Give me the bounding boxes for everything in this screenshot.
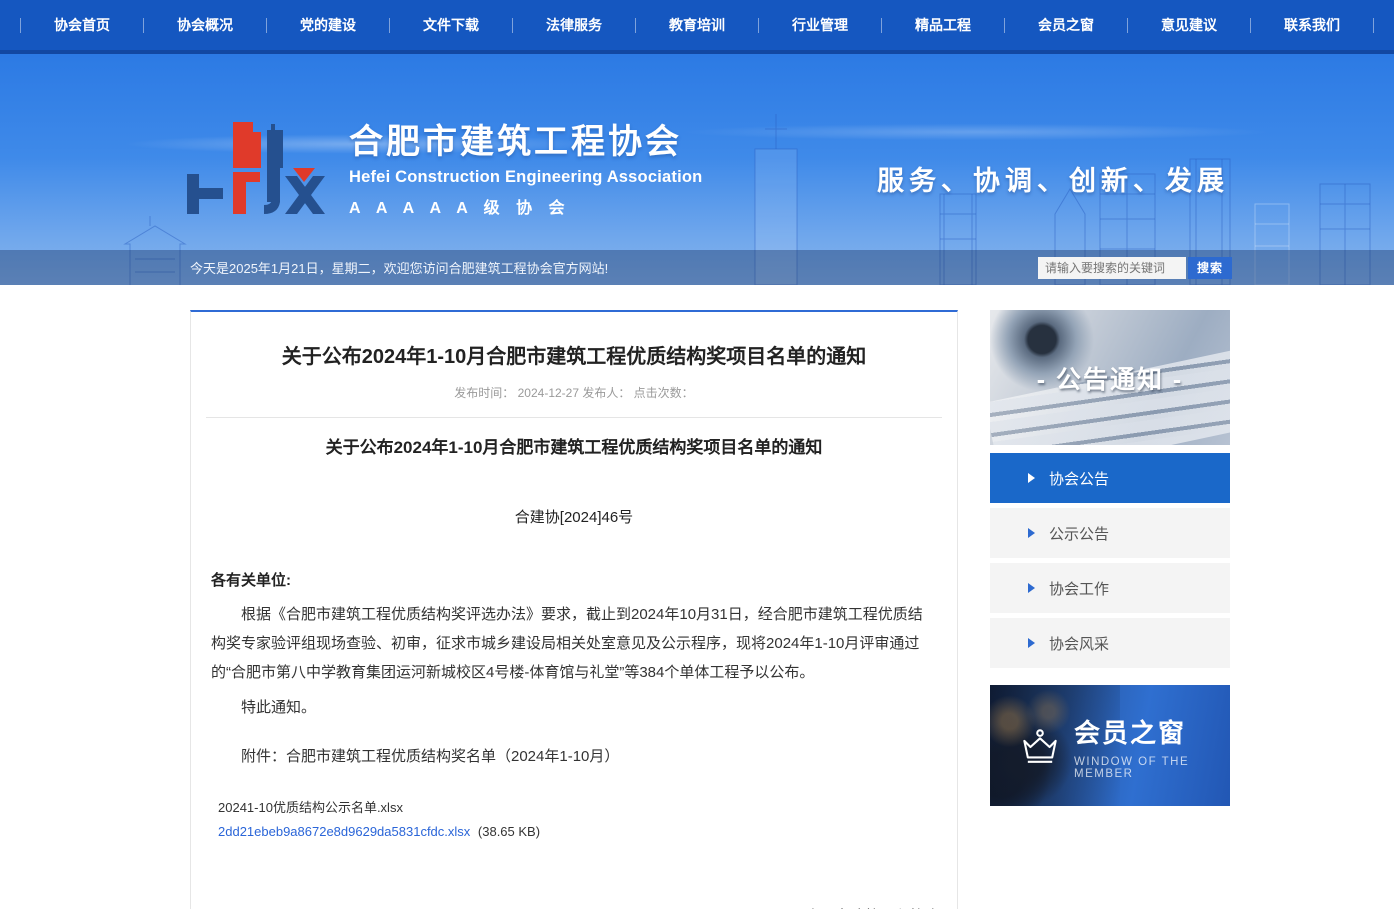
signature-org: 合肥市建筑工程协会 bbox=[206, 905, 942, 909]
member-banner-subtitle: WINDOW OF THE MEMBER bbox=[1074, 756, 1230, 780]
nav-item-party-building[interactable]: 党的建设 bbox=[267, 0, 389, 50]
article-salutation: 各有关单位: bbox=[206, 569, 942, 590]
nav-item-downloads[interactable]: 文件下载 bbox=[390, 0, 512, 50]
article-meta: 发布时间： 2024-12-27 发布人： 点击次数： bbox=[206, 384, 942, 401]
announcement-banner-title: - 公告通知 - bbox=[990, 360, 1230, 396]
nav-separator bbox=[1373, 18, 1374, 33]
attachment-link-line: 2dd21ebeb9a8672e8d9629da5831cfdc.xlsx (3… bbox=[206, 824, 942, 839]
sidebar-menu: 协会公告 公示公告 协会工作 协会风采 bbox=[990, 453, 1230, 668]
article-divider bbox=[206, 417, 942, 418]
site-title: 合肥市建筑工程协会 bbox=[349, 114, 702, 163]
sidebar: - 公告通知 - 协会公告 公示公告 协会工作 协会风采 bbox=[990, 310, 1230, 806]
attachment-download-link[interactable]: 2dd21ebeb9a8672e8d9629da5831cfdc.xlsx bbox=[218, 824, 470, 839]
sidebar-item-association-work[interactable]: 协会工作 bbox=[990, 563, 1230, 613]
article-inner-title: 关于公布2024年1-10月合肥市建筑工程优质结构奖项目名单的通知 bbox=[206, 436, 942, 460]
info-strip: 今天是2025年1月21日，星期二，欢迎您访问合肥建筑工程协会官方网站! 搜索 bbox=[0, 250, 1394, 285]
member-banner-content: 会员之窗 WINDOW OF THE MEMBER bbox=[1020, 713, 1230, 780]
member-banner-title: 会员之窗 bbox=[1074, 713, 1230, 750]
nav-item-feedback[interactable]: 意见建议 bbox=[1128, 0, 1250, 50]
association-grade: A A A A A 级 协 会 bbox=[349, 194, 702, 218]
site-title-english: Hefei Construction Engineering Associati… bbox=[349, 168, 702, 187]
nav-item-contact[interactable]: 联系我们 bbox=[1251, 0, 1373, 50]
search-button[interactable]: 搜索 bbox=[1188, 257, 1232, 279]
article-notice-line: 特此通知。 bbox=[206, 693, 942, 722]
nav-item-members[interactable]: 会员之窗 bbox=[1005, 0, 1127, 50]
member-window-banner[interactable]: 会员之窗 WINDOW OF THE MEMBER bbox=[990, 685, 1230, 806]
attachment-file-size: (38.65 KB) bbox=[478, 824, 540, 839]
site-brand: 合肥市建筑工程协会 Hefei Construction Engineering… bbox=[185, 114, 702, 218]
top-navigation: 协会首页 协会概况 党的建设 文件下载 法律服务 教育培训 行业管理 精品工程 … bbox=[0, 0, 1394, 54]
member-banner-text: 会员之窗 WINDOW OF THE MEMBER bbox=[1074, 713, 1230, 780]
main-content: 关于公布2024年1-10月合肥市建筑工程优质结构奖项目名单的通知 发布时间： … bbox=[0, 285, 1394, 909]
crown-icon bbox=[1020, 726, 1060, 768]
document-number: 合建协[2024]46号 bbox=[206, 506, 942, 527]
hfjx-logo-icon bbox=[185, 116, 335, 216]
arrow-right-icon bbox=[1028, 528, 1035, 538]
brand-text-block: 合肥市建筑工程协会 Hefei Construction Engineering… bbox=[349, 114, 702, 218]
header-slogan: 服务、协调、创新、发展 bbox=[877, 159, 1229, 198]
search-box: 搜索 bbox=[1038, 257, 1232, 279]
announcement-banner-image: - 公告通知 - bbox=[990, 310, 1230, 445]
attachment-reference-line: 附件：合肥市建筑工程优质结构奖名单（2024年1-10月） bbox=[206, 742, 942, 771]
nav-item-overview[interactable]: 协会概况 bbox=[144, 0, 266, 50]
arrow-right-icon bbox=[1028, 638, 1035, 648]
article-panel: 关于公布2024年1-10月合肥市建筑工程优质结构奖项目名单的通知 发布时间： … bbox=[190, 310, 958, 909]
sidebar-item-public-notices[interactable]: 公示公告 bbox=[990, 508, 1230, 558]
arrow-right-icon bbox=[1028, 583, 1035, 593]
sidebar-item-association-announcements[interactable]: 协会公告 bbox=[990, 453, 1230, 503]
site-header-banner: 合肥市建筑工程协会 Hefei Construction Engineering… bbox=[0, 54, 1394, 285]
search-input[interactable] bbox=[1038, 257, 1186, 279]
nav-item-projects[interactable]: 精品工程 bbox=[882, 0, 1004, 50]
sidebar-item-association-style[interactable]: 协会风采 bbox=[990, 618, 1230, 668]
welcome-text: 今天是2025年1月21日，星期二，欢迎您访问合肥建筑工程协会官方网站! bbox=[190, 258, 608, 277]
main-nav-list: 协会首页 协会概况 党的建设 文件下载 法律服务 教育培训 行业管理 精品工程 … bbox=[20, 0, 1374, 50]
nav-item-legal[interactable]: 法律服务 bbox=[513, 0, 635, 50]
article-title: 关于公布2024年1-10月合肥市建筑工程优质结构奖项目名单的通知 bbox=[206, 344, 942, 370]
attachment-filename: 20241-10优质结构公示名单.xlsx bbox=[206, 797, 942, 816]
arrow-right-icon bbox=[1028, 473, 1035, 483]
nav-item-training[interactable]: 教育培训 bbox=[636, 0, 758, 50]
nav-item-industry[interactable]: 行业管理 bbox=[759, 0, 881, 50]
nav-item-home[interactable]: 协会首页 bbox=[21, 0, 143, 50]
article-paragraph: 根据《合肥市建筑工程优质结构奖评选办法》要求，截止到2024年10月31日，经合… bbox=[206, 600, 942, 687]
